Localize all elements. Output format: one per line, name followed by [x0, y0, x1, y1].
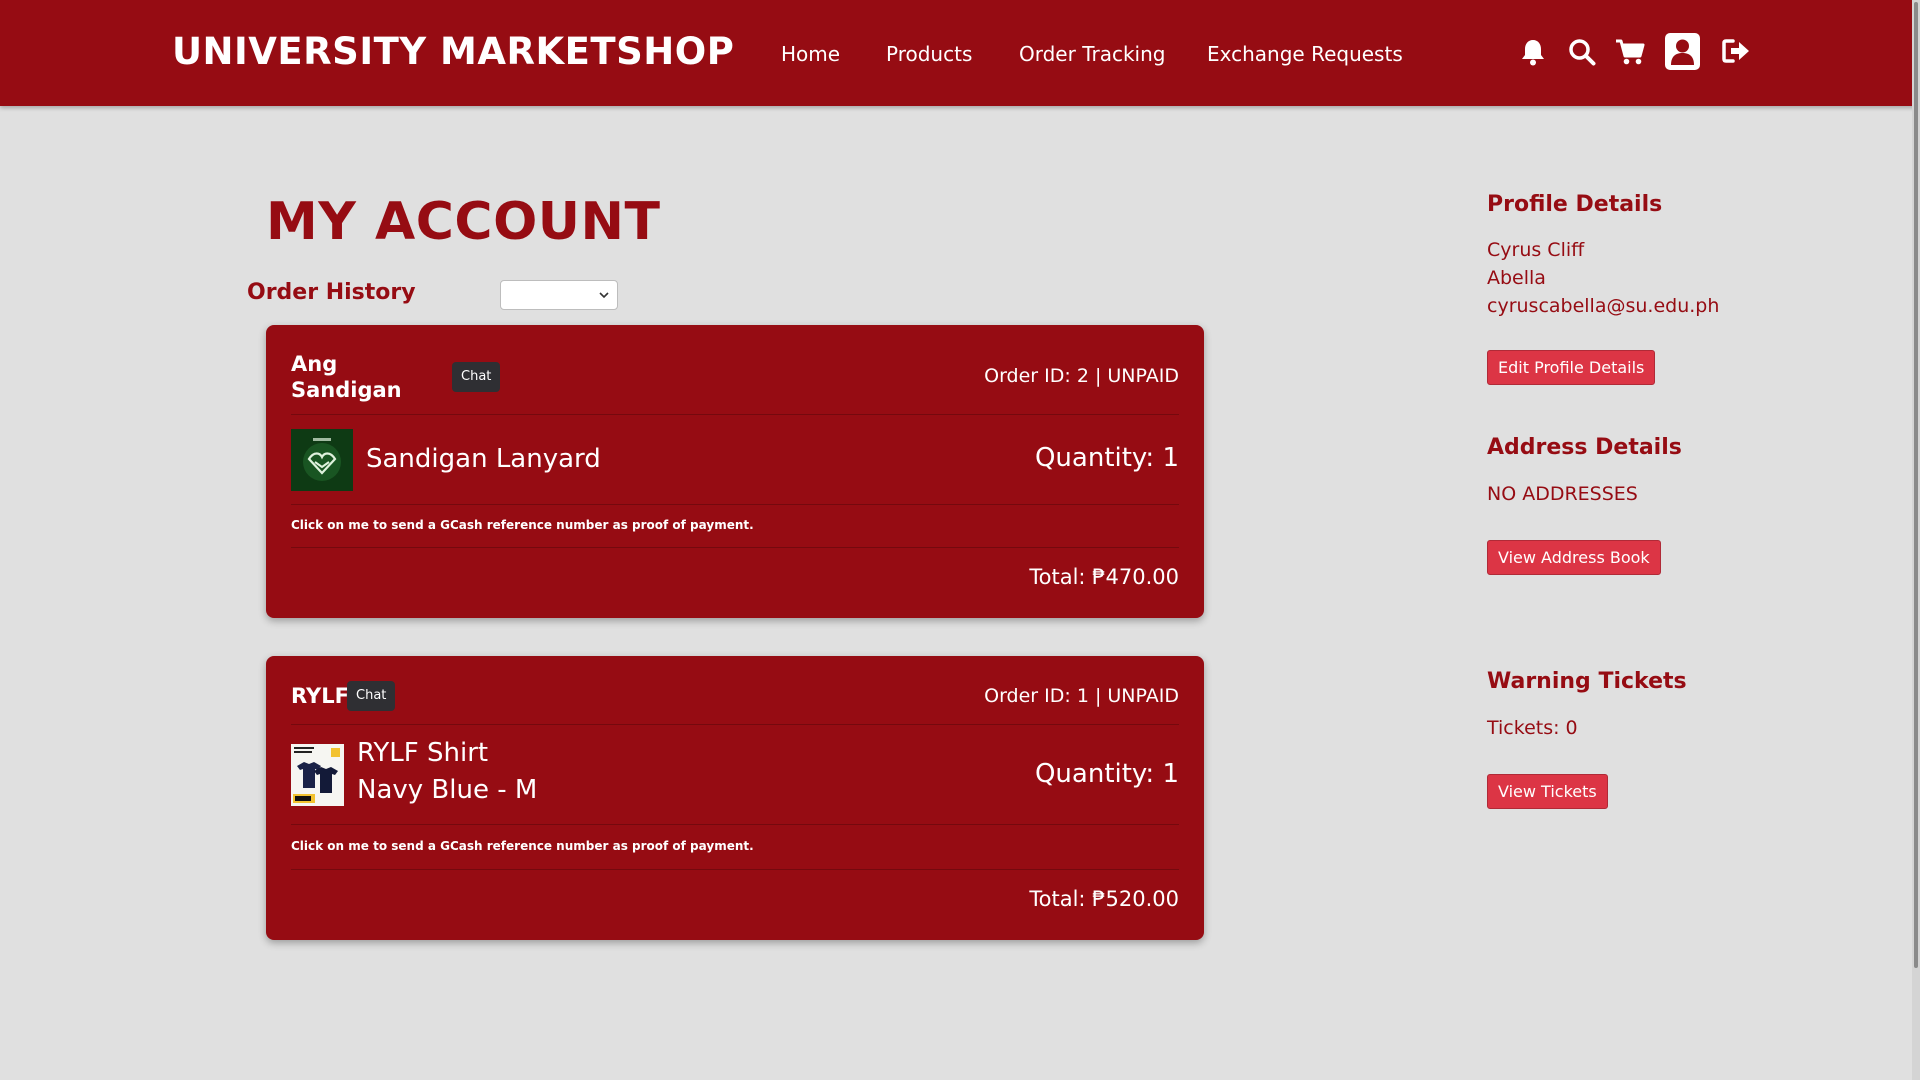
search-icon[interactable] — [1568, 38, 1596, 66]
logout-icon[interactable] — [1722, 38, 1750, 64]
card-divider — [291, 414, 1179, 415]
card-divider — [291, 824, 1179, 825]
product-name: Sandigan Lanyard — [366, 444, 601, 474]
chat-button[interactable]: Chat — [452, 362, 501, 392]
product-image — [291, 429, 353, 491]
user-icon[interactable] — [1665, 33, 1700, 70]
bell-icon[interactable] — [1520, 38, 1546, 66]
card-divider — [291, 869, 1179, 870]
product-quantity: Quantity: 1 — [1034, 759, 1179, 789]
tickets-count: Tickets: 0 — [1487, 717, 1578, 739]
scrollbar-thumb[interactable] — [1914, 2, 1918, 968]
gcash-payment-link[interactable]: Click on me to send a GCash reference nu… — [291, 839, 754, 853]
view-tickets-button[interactable]: View Tickets — [1487, 774, 1608, 809]
view-address-book-button[interactable]: View Address Book — [1487, 540, 1661, 575]
shop-name[interactable]: Ang Sandigan — [291, 351, 421, 403]
warning-tickets-heading: Warning Tickets — [1487, 669, 1687, 694]
order-card[interactable]: Ang Sandigan Chat Order ID: 2 | UNPAID S… — [266, 325, 1204, 618]
cart-icon[interactable] — [1615, 38, 1645, 66]
nav-exchange-requests[interactable]: Exchange Requests — [1207, 42, 1403, 66]
profile-first-name: Cyrus Cliff — [1487, 239, 1585, 261]
brand-logo-text[interactable]: UNIVERSITY MARKETSHOP — [172, 30, 734, 73]
address-details-heading: Address Details — [1487, 435, 1682, 460]
card-divider — [291, 724, 1179, 725]
card-divider — [291, 504, 1179, 505]
profile-email: cyruscabella@su.edu.ph — [1487, 295, 1720, 317]
order-history-label: Order History — [247, 280, 416, 305]
order-id-status: Order ID: 1 | UNPAID — [984, 685, 1179, 707]
order-history-filter-select[interactable] — [500, 280, 618, 310]
order-total: Total: ₱520.00 — [1029, 887, 1179, 911]
product-quantity: Quantity: 1 — [1034, 443, 1179, 473]
profile-last-name: Abella — [1487, 267, 1546, 289]
card-divider — [291, 547, 1179, 548]
shop-name[interactable]: RYLF — [291, 683, 349, 709]
address-status: NO ADDRESSES — [1487, 483, 1638, 505]
order-total: Total: ₱470.00 — [1029, 565, 1179, 589]
edit-profile-button[interactable]: Edit Profile Details — [1487, 350, 1656, 385]
order-id-status: Order ID: 2 | UNPAID — [984, 365, 1179, 387]
order-card[interactable]: RYLF Chat Order ID: 1 | UNPAID RYLF Shir… — [266, 656, 1204, 940]
nav-products[interactable]: Products — [886, 42, 972, 66]
chat-button[interactable]: Chat — [347, 681, 396, 711]
chevron-down-icon — [599, 292, 609, 299]
product-variant: Navy Blue - M — [357, 775, 538, 805]
nav-home[interactable]: Home — [781, 42, 840, 66]
product-name: RYLF Shirt — [357, 738, 489, 768]
product-image — [291, 744, 344, 806]
nav-order-tracking[interactable]: Order Tracking — [1019, 42, 1165, 66]
page-title: MY ACCOUNT — [266, 192, 661, 252]
top-navbar: UNIVERSITY MARKETSHOP Home Products Orde… — [0, 0, 1920, 106]
gcash-payment-link[interactable]: Click on me to send a GCash reference nu… — [291, 518, 754, 532]
profile-details-heading: Profile Details — [1487, 192, 1663, 217]
